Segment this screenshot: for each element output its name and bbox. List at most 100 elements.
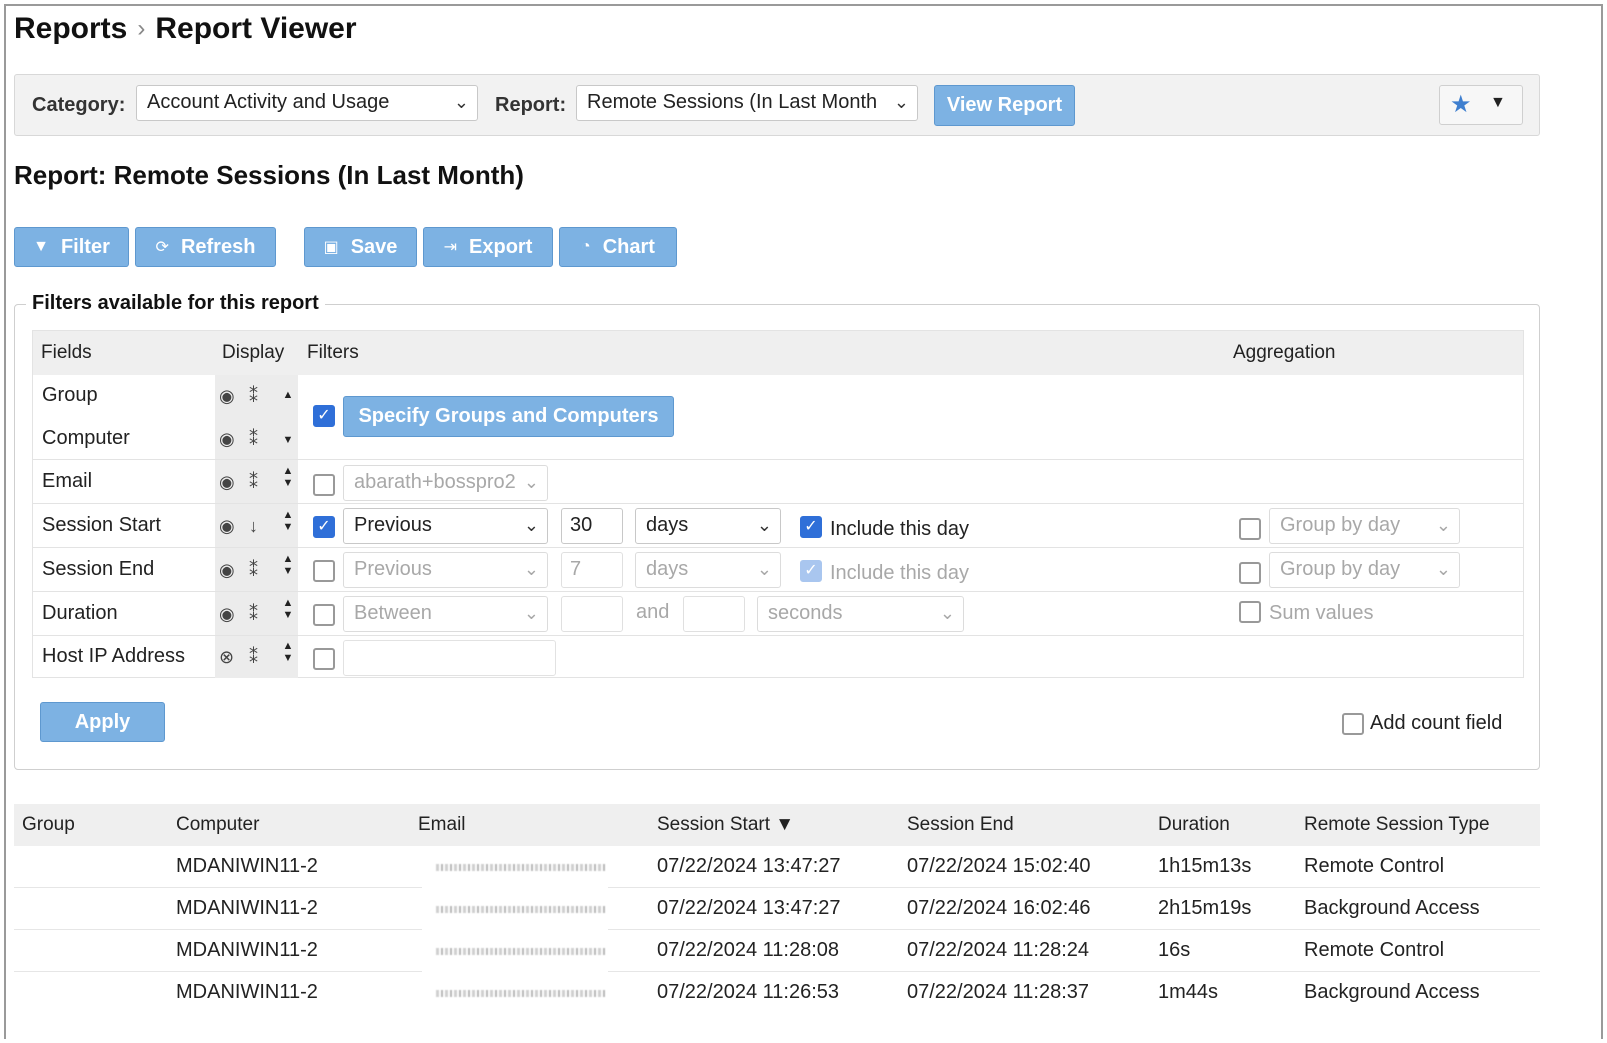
- move-up-down-icon[interactable]: ▲ ▼: [281, 597, 295, 621]
- cell-duration: 1m44s: [1158, 981, 1219, 1003]
- move-up-down-icon[interactable]: ▲ ▼: [281, 553, 295, 577]
- duration-checkbox[interactable]: [313, 604, 335, 626]
- move-down-icon[interactable]: ▼: [281, 434, 295, 446]
- move-up-down-icon[interactable]: ▲ ▼: [281, 640, 295, 664]
- sort-icon[interactable]: ⁑: [249, 386, 258, 407]
- cell-session-end: 07/22/2024 15:02:40: [907, 855, 1091, 877]
- cell-computer: MDANIWIN11-2: [176, 939, 318, 961]
- eye-icon[interactable]: ◉: [219, 429, 235, 450]
- col-session-start[interactable]: Session Start ▼: [657, 814, 794, 836]
- filter-button-label: Filter: [60, 235, 110, 258]
- apply-button[interactable]: Apply: [40, 702, 165, 742]
- chevron-down-icon: ⌄: [1435, 515, 1451, 535]
- eye-icon[interactable]: ◉: [219, 560, 235, 581]
- refresh-button[interactable]: ⟳ Refresh: [135, 227, 276, 267]
- sort-icon[interactable]: ⁑: [249, 604, 258, 625]
- session-end-checkbox[interactable]: [313, 560, 335, 582]
- session-start-checkbox[interactable]: ✓: [313, 516, 335, 538]
- cell-duration: 2h15m19s: [1158, 897, 1252, 919]
- chevron-down-icon: ⌄: [939, 603, 955, 623]
- session-end-mode-select[interactable]: Previous ⌄: [343, 552, 548, 588]
- chart-icon: ◔: [581, 238, 591, 255]
- eye-icon[interactable]: ◉: [219, 604, 235, 625]
- category-select-value: Account Activity and Usage: [147, 91, 390, 113]
- session-start-unit-value: days: [646, 514, 689, 536]
- field-email: Email: [42, 470, 93, 492]
- session-start-include-day-checkbox[interactable]: ✓: [800, 516, 822, 538]
- session-end-include-day-label: Include this day: [830, 562, 969, 584]
- sort-icon[interactable]: ⁑: [249, 647, 258, 668]
- field-computer: Computer: [42, 427, 130, 449]
- session-end-include-day-checkbox[interactable]: ✓: [800, 560, 822, 582]
- save-icon: ▣: [323, 239, 339, 256]
- eye-icon[interactable]: ◉: [219, 472, 235, 493]
- session-start-mode-select[interactable]: Previous ⌄: [343, 508, 548, 544]
- table-row: MDANIWIN11-2 07/22/2024 13:47:27 07/22/2…: [14, 846, 1540, 888]
- category-select[interactable]: Account Activity and Usage ⌄: [136, 85, 478, 121]
- duration-mode-select[interactable]: Between ⌄: [343, 596, 548, 632]
- view-report-button[interactable]: View Report: [934, 85, 1075, 126]
- eye-icon[interactable]: ◉: [219, 516, 235, 537]
- favorites-dropdown[interactable]: ★ ▼: [1439, 85, 1523, 125]
- cell-session-start: 07/22/2024 13:47:27: [657, 855, 841, 877]
- field-group: Group: [42, 384, 98, 406]
- cell-computer: MDANIWIN11-2: [176, 981, 318, 1003]
- duration-max-input[interactable]: [683, 596, 745, 632]
- groups-computers-checkbox[interactable]: ✓: [313, 405, 335, 427]
- session-start-mode-value: Previous: [354, 514, 432, 536]
- duration-unit-select[interactable]: seconds ⌄: [757, 596, 964, 632]
- chevron-down-icon: ⌄: [520, 472, 539, 493]
- duration-sum-checkbox[interactable]: [1239, 601, 1261, 623]
- col-group[interactable]: Group: [22, 814, 75, 836]
- header-filters: Filters: [307, 342, 359, 363]
- eye-off-icon[interactable]: ⊗: [219, 647, 234, 668]
- session-start-group-checkbox[interactable]: [1239, 518, 1261, 540]
- sort-desc-icon[interactable]: ↓: [249, 516, 258, 537]
- session-end-amount-input[interactable]: 7: [561, 552, 623, 588]
- chevron-down-icon: ⌄: [756, 515, 772, 535]
- host-ip-checkbox[interactable]: [313, 648, 335, 670]
- move-up-down-icon[interactable]: ▲ ▼: [281, 465, 295, 489]
- export-button[interactable]: ⇥ Export: [423, 227, 553, 267]
- report-label: Report:: [495, 94, 567, 116]
- sort-icon[interactable]: ⁑: [249, 472, 258, 493]
- refresh-button-label: Refresh: [180, 235, 256, 258]
- email-filter-checkbox[interactable]: [313, 474, 335, 496]
- filters-panel-legend: Filters available for this report: [26, 292, 325, 315]
- filter-button[interactable]: ▼ Filter: [14, 227, 129, 267]
- breadcrumb-reports-link[interactable]: Reports: [14, 12, 127, 46]
- session-end-group-checkbox[interactable]: [1239, 562, 1261, 584]
- eye-icon[interactable]: ◉: [219, 386, 235, 407]
- chart-button[interactable]: ◔ Chart: [559, 227, 677, 267]
- page-title: Report Viewer: [155, 12, 357, 45]
- session-start-unit-select[interactable]: days ⌄: [635, 508, 781, 544]
- duration-min-input[interactable]: [561, 596, 623, 632]
- col-session-end[interactable]: Session End: [907, 814, 1014, 836]
- table-row: MDANIWIN11-2 07/22/2024 13:47:27 07/22/2…: [14, 888, 1540, 930]
- session-start-amount-input[interactable]: 30: [561, 508, 623, 544]
- col-duration[interactable]: Duration: [1158, 814, 1230, 836]
- save-button[interactable]: ▣ Save: [304, 227, 417, 267]
- field-session-start: Session Start: [42, 514, 161, 536]
- email-select[interactable]: abarath+bosspro2 ⌄: [343, 465, 548, 501]
- add-count-checkbox[interactable]: [1342, 713, 1364, 735]
- move-up-icon[interactable]: ▲: [281, 389, 295, 401]
- session-end-unit-select[interactable]: days ⌄: [635, 552, 781, 588]
- col-email[interactable]: Email: [418, 814, 466, 836]
- sort-icon[interactable]: ⁑: [249, 429, 258, 450]
- save-button-label: Save: [350, 235, 398, 258]
- field-host-ip: Host IP Address: [42, 645, 186, 667]
- specify-groups-computers-button[interactable]: Specify Groups and Computers: [343, 396, 674, 437]
- col-remote-session-type[interactable]: Remote Session Type: [1304, 814, 1490, 836]
- cell-session-type: Background Access: [1304, 897, 1480, 919]
- col-computer[interactable]: Computer: [176, 814, 259, 836]
- row-divider: [33, 503, 1523, 504]
- email-select-value: abarath+bosspro2: [354, 471, 516, 493]
- session-end-group-select[interactable]: Group by day ⌄: [1269, 552, 1460, 588]
- chevron-down-icon: ⌄: [523, 603, 539, 623]
- host-ip-input[interactable]: [343, 640, 556, 676]
- session-start-group-select[interactable]: Group by day ⌄: [1269, 508, 1460, 544]
- report-select[interactable]: Remote Sessions (In Last Month ⌄: [576, 85, 918, 121]
- sort-icon[interactable]: ⁑: [249, 560, 258, 581]
- move-up-down-icon[interactable]: ▲ ▼: [281, 509, 295, 533]
